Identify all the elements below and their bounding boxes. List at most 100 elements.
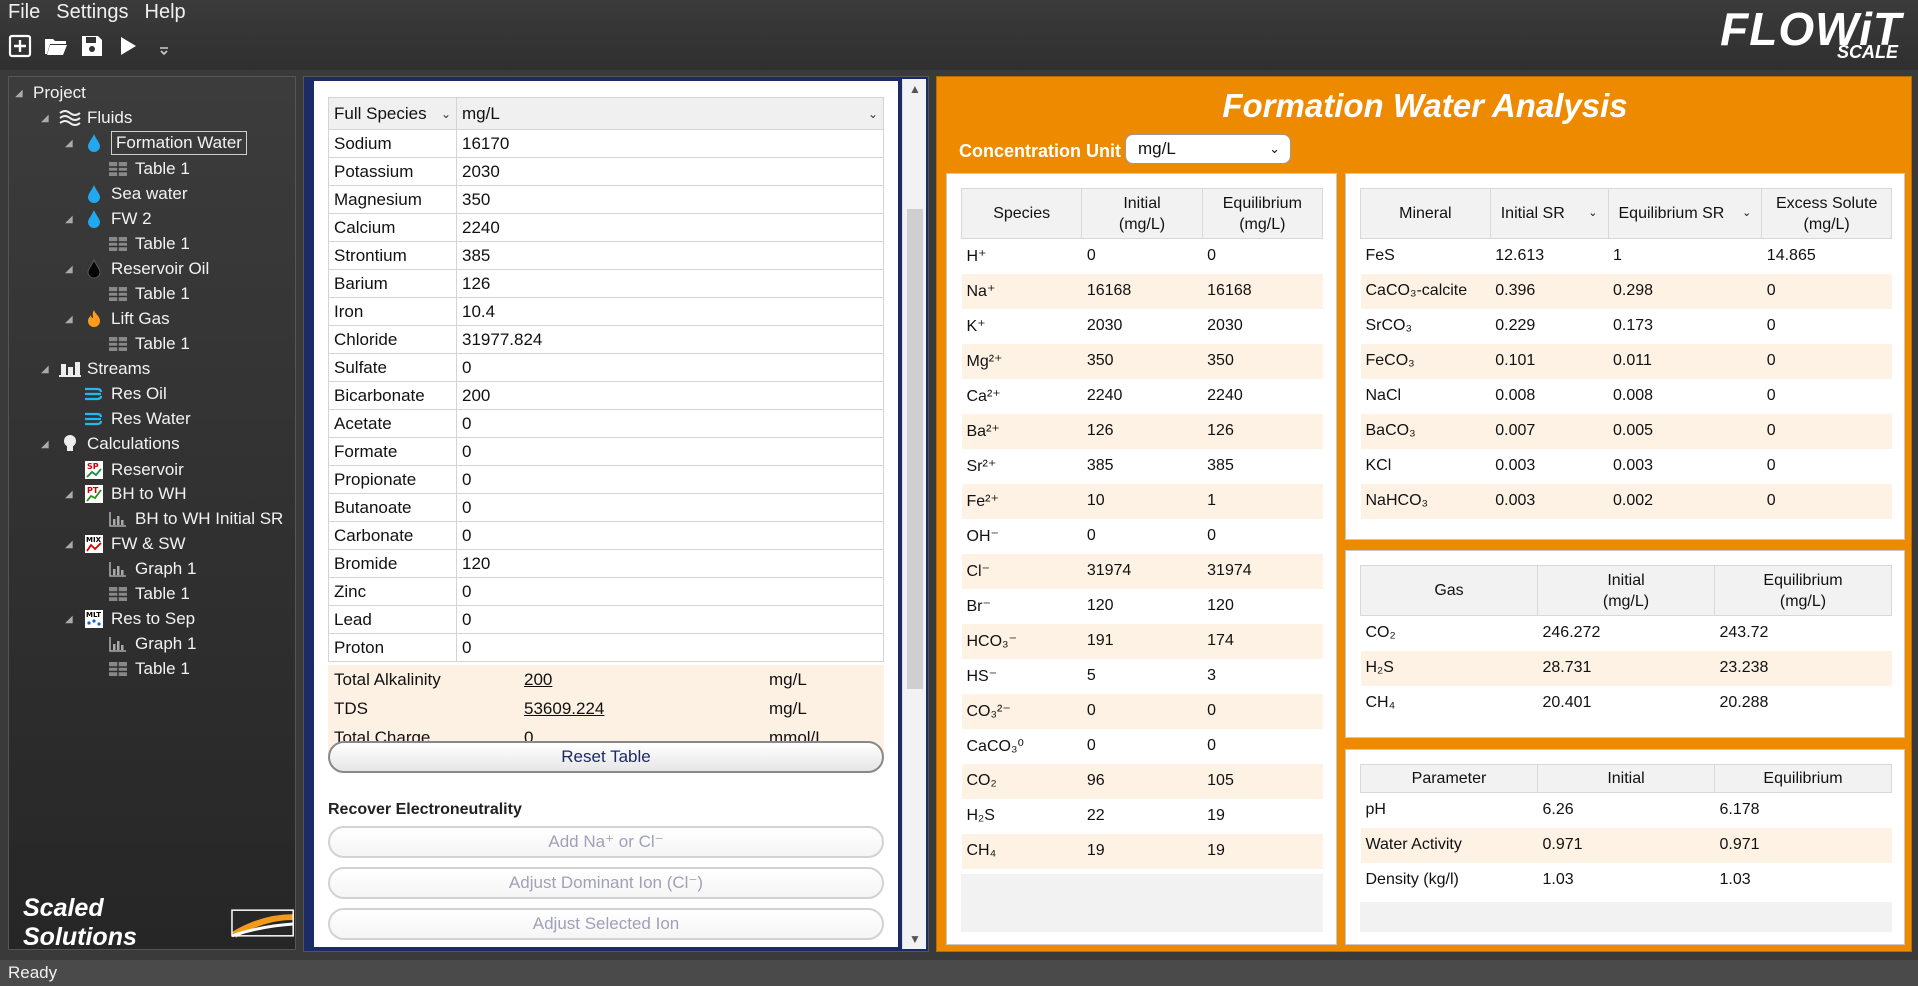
tree-item-fluids[interactable]: ◢ Fluids xyxy=(41,104,132,132)
collapse-icon[interactable]: ◢ xyxy=(65,214,77,225)
table-cell: 120 xyxy=(1207,597,1234,614)
species-value-input[interactable]: 0 xyxy=(456,353,884,382)
table-cell: 350 xyxy=(1202,343,1323,379)
run-icon[interactable] xyxy=(114,32,142,60)
collapse-icon[interactable]: ◢ xyxy=(15,88,27,99)
new-icon[interactable] xyxy=(6,32,34,60)
collapse-icon[interactable]: ◢ xyxy=(65,539,77,550)
column-header[interactable]: Equilibrium SR ⌄ xyxy=(1607,188,1763,239)
species-value-input[interactable]: 2030 xyxy=(456,157,884,186)
column-header[interactable]: Initial SR ⌄ xyxy=(1489,188,1609,239)
species-value-input[interactable]: 0 xyxy=(456,437,884,466)
collapse-icon[interactable]: ◢ xyxy=(65,138,77,149)
column-header: Initial (mg/L) xyxy=(1081,188,1203,239)
species-value-input[interactable]: 0 xyxy=(456,465,884,494)
vertical-scrollbar[interactable]: ▲ ▼ xyxy=(902,79,926,949)
total-value-link[interactable]: 200 xyxy=(524,670,769,690)
tree-item-table[interactable]: Table 1 xyxy=(107,330,190,358)
species-value-input[interactable]: 16170 xyxy=(456,129,884,158)
open-folder-icon[interactable] xyxy=(42,32,70,60)
species-value-input[interactable]: 385 xyxy=(456,241,884,270)
collapse-icon[interactable]: ◢ xyxy=(65,489,77,500)
tree-item-lift-gas[interactable]: ◢ Lift Gas xyxy=(65,305,170,333)
tree-item-bh-to-wh[interactable]: ◢ PT BH to WH xyxy=(65,480,187,508)
tree-item-calculations[interactable]: ◢ Calculations xyxy=(41,430,180,458)
table-cell: 0 xyxy=(1086,737,1096,754)
table-cell: 20.288 xyxy=(1719,694,1769,711)
species-value-input[interactable]: 0 xyxy=(456,633,884,662)
concentration-unit-label: Concentration Unit xyxy=(959,141,1121,161)
species-value-input[interactable]: 0 xyxy=(456,605,884,634)
save-icon[interactable] xyxy=(78,32,106,60)
tree-item-graph[interactable]: Graph 1 xyxy=(107,555,196,583)
tree-item-project[interactable]: ◢ Project xyxy=(15,79,86,107)
species-mode-select[interactable]: Full Species ⌄ xyxy=(328,97,457,130)
table-header: Parameter Initial Equilibrium xyxy=(1360,764,1892,793)
species-value-input[interactable]: 31977.824 xyxy=(456,325,884,354)
table-cell: 191 xyxy=(1081,623,1203,659)
menu-settings[interactable]: Settings xyxy=(48,0,136,26)
tree-item-fw-sw[interactable]: ◢ MIX FW & SW xyxy=(65,530,186,558)
tree-item-table[interactable]: Table 1 xyxy=(107,280,190,308)
adjust-dominant-ion-button[interactable]: Adjust Dominant Ion (Cl⁻) xyxy=(328,867,884,899)
table-cell: 3 xyxy=(1207,667,1217,684)
profile-icon: PT xyxy=(83,483,105,505)
table-cell: 28.731 xyxy=(1537,650,1715,686)
collapse-icon[interactable]: ◢ xyxy=(41,439,53,450)
table-cell: 0.101 xyxy=(1490,343,1608,379)
tree-item-reservoir-oil[interactable]: ◢ Reservoir Oil xyxy=(65,255,209,283)
tree-item-table[interactable]: Table 1 xyxy=(107,155,190,183)
tree-item-table[interactable]: Table 1 xyxy=(107,655,190,683)
more-icon[interactable] xyxy=(150,32,178,60)
table-cell: FeS xyxy=(1365,247,1395,265)
species-value-input[interactable]: 120 xyxy=(456,549,884,578)
reset-table-button[interactable]: Reset Table xyxy=(328,741,884,773)
species-value-input[interactable]: 0 xyxy=(456,577,884,606)
total-value-link[interactable]: 53609.224 xyxy=(524,699,769,719)
scroll-thumb[interactable] xyxy=(907,209,923,689)
tree-item-res-water[interactable]: Res Water xyxy=(83,405,191,433)
collapse-icon[interactable]: ◢ xyxy=(65,614,77,625)
table-row: H₂S 22 19 xyxy=(962,799,1323,834)
species-name-cell: Strontium xyxy=(328,241,457,270)
table-row: H⁺ 0 0 xyxy=(962,239,1323,274)
species-name-cell: Chloride xyxy=(328,325,457,354)
species-value-input[interactable]: 350 xyxy=(456,185,884,214)
species-value-input[interactable]: 126 xyxy=(456,269,884,298)
table-cell: 350 xyxy=(1081,343,1203,379)
tree-item-sea-water[interactable]: Sea water xyxy=(83,180,188,208)
table-header: Gas Initial (mg/L) Equilibrium (mg/L) xyxy=(1360,565,1892,616)
collapse-icon[interactable]: ◢ xyxy=(65,264,77,275)
tree-item-res-oil[interactable]: Res Oil xyxy=(83,380,167,408)
tree-item-graph[interactable]: BH to WH Initial SR xyxy=(107,505,283,533)
tree-item-fw2[interactable]: ◢ FW 2 xyxy=(65,205,152,233)
scroll-down-icon[interactable]: ▼ xyxy=(903,929,927,949)
species-value-input[interactable]: 0 xyxy=(456,409,884,438)
add-na-cl-button[interactable]: Add Na⁺ or Cl⁻ xyxy=(328,826,884,858)
adjust-selected-ion-button[interactable]: Adjust Selected Ion xyxy=(328,908,884,940)
table-cell: 0.007 xyxy=(1490,413,1608,449)
concentration-unit-select[interactable]: mg/L ⌄ xyxy=(1125,134,1291,164)
menu-file[interactable]: File xyxy=(0,0,48,26)
species-value-input[interactable]: 10.4 xyxy=(456,297,884,326)
species-value-input[interactable]: 200 xyxy=(456,381,884,410)
tree-item-graph[interactable]: Graph 1 xyxy=(107,630,196,658)
menu-help[interactable]: Help xyxy=(137,0,194,26)
collapse-icon[interactable]: ◢ xyxy=(65,314,77,325)
scroll-up-icon[interactable]: ▲ xyxy=(903,79,927,99)
tree-item-res-to-sep[interactable]: ◢ MLT Res to Sep xyxy=(65,605,195,633)
multi-point-icon: MLT xyxy=(83,608,105,630)
table-cell: H₂S xyxy=(966,807,995,824)
species-value-input[interactable]: 0 xyxy=(456,493,884,522)
species-value-input[interactable]: 0 xyxy=(456,521,884,550)
table-cell: 2240 xyxy=(1086,387,1123,404)
species-value-input[interactable]: 2240 xyxy=(456,213,884,242)
unit-select[interactable]: mg/L ⌄ xyxy=(456,97,884,130)
tree-item-formation-water[interactable]: ◢ Formation Water xyxy=(65,129,247,157)
collapse-icon[interactable]: ◢ xyxy=(41,113,53,124)
table-cell: 19 xyxy=(1081,833,1203,869)
tree-item-table[interactable]: Table 1 xyxy=(107,230,190,258)
tree-item-streams[interactable]: ◢ Streams xyxy=(41,355,150,383)
collapse-icon[interactable]: ◢ xyxy=(41,364,53,375)
tree-item-table[interactable]: Table 1 xyxy=(107,580,190,608)
